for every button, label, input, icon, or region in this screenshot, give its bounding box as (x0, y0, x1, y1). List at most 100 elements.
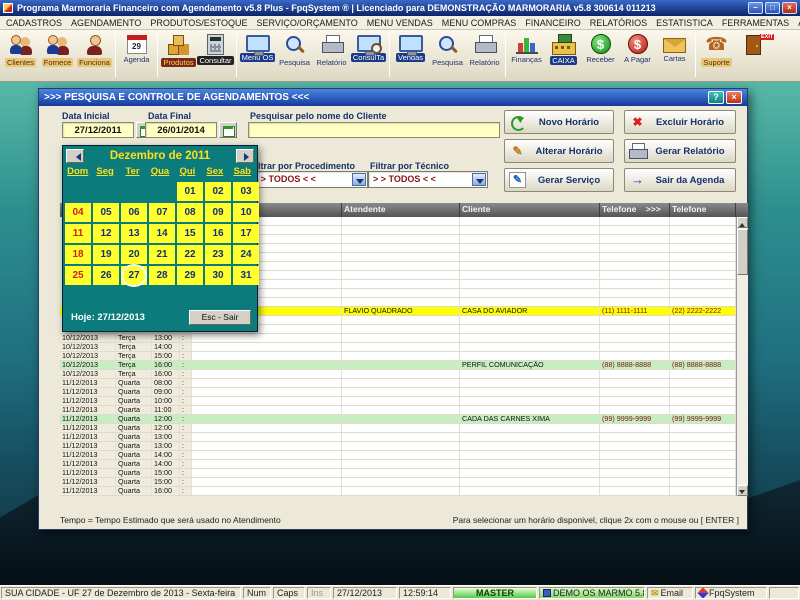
toolbar-button-fornece[interactable]: Fornece (39, 31, 76, 80)
calendar-day-14[interactable]: 14 (149, 224, 175, 243)
data-final-input[interactable] (145, 122, 217, 138)
toolbar-button-pesquisa[interactable]: Pesquisa (429, 31, 466, 80)
table-row[interactable]: 10/12/2013Terça13:00: (60, 334, 748, 343)
excluir-hora-rio-button[interactable]: ✖Excluir Horário (624, 110, 736, 134)
calendar-day-31[interactable]: 31 (233, 266, 259, 285)
table-row[interactable]: 11/12/2013Quarta16:00: (60, 487, 748, 496)
table-row[interactable]: 11/12/2013Quarta14:00: (60, 451, 748, 460)
calendar-day-28[interactable]: 28 (149, 266, 175, 285)
menu-item-produtos-estoque[interactable]: PRODUTOS/ESTOQUE (150, 18, 247, 28)
scroll-up-icon[interactable] (737, 217, 748, 228)
calendar-day-06[interactable]: 06 (121, 203, 147, 222)
toolbar-button-funciona[interactable]: Funciona (76, 31, 113, 80)
gerar-servic-o-button[interactable]: ✎Gerar Serviço (504, 168, 614, 192)
calendar-day-13[interactable]: 13 (121, 224, 147, 243)
gerar-relato-rio-button[interactable]: Gerar Relatório (624, 139, 736, 163)
toolbar-button-produtos[interactable]: Produtos (160, 31, 197, 80)
toolbar-button-exit[interactable]: EXIT (735, 31, 772, 80)
scroll-down-icon[interactable] (737, 485, 748, 496)
table-scrollbar[interactable] (736, 217, 748, 496)
table-row[interactable]: 10/12/2013Terça16:00: (60, 370, 748, 379)
menu-item-financeiro[interactable]: FINANCEIRO (525, 18, 581, 28)
calendar-day-04[interactable]: 04 (65, 203, 91, 222)
calendar-day-29[interactable]: 29 (177, 266, 203, 285)
help-button[interactable]: ? (708, 91, 724, 104)
calendar-day-02[interactable]: 02 (205, 182, 231, 201)
calendar-day-09[interactable]: 09 (205, 203, 231, 222)
menu-item-relato-rios[interactable]: RELATÓRIOS (590, 18, 647, 28)
filter-procedimento-select[interactable]: > > TODOS < < (248, 171, 368, 188)
toolbar-button-financ-as[interactable]: Finanças (508, 31, 545, 80)
calendar-day-15[interactable]: 15 (177, 224, 203, 243)
calendar-day-12[interactable]: 12 (93, 224, 119, 243)
table-row[interactable]: 10/12/2013Terça14:00: (60, 343, 748, 352)
table-row[interactable]: 11/12/2013Quarta12:00: (60, 424, 748, 433)
minimize-button[interactable]: – (748, 2, 763, 14)
data-final-calendar-button[interactable] (219, 122, 237, 138)
window-titlebar[interactable]: >>> PESQUISA E CONTROLE DE AGENDAMENTOS … (39, 89, 747, 106)
table-row[interactable]: 11/12/2013Quarta11:00: (60, 406, 748, 415)
calendar-day-03[interactable]: 03 (233, 182, 259, 201)
toolbar-button-agenda[interactable]: 29Agenda (118, 31, 155, 80)
toolbar-button-relato-rio[interactable]: Relatório (466, 31, 503, 80)
table-row[interactable]: 11/12/2013Quarta12:00:CADA DAS CARNES XI… (60, 415, 748, 424)
table-row[interactable]: 11/12/2013Quarta14:00: (60, 460, 748, 469)
calendar-day-05[interactable]: 05 (93, 203, 119, 222)
toolbar-button-clientes[interactable]: Clientes (2, 31, 39, 80)
menu-item-servic-o-orc-amento[interactable]: SERVIÇO/ORÇAMENTO (257, 18, 358, 28)
calendar-day-17[interactable]: 17 (233, 224, 259, 243)
calendar-day-16[interactable]: 16 (205, 224, 231, 243)
calendar-day-20[interactable]: 20 (121, 245, 147, 264)
calendar-day-22[interactable]: 22 (177, 245, 203, 264)
calendar-esc-button[interactable]: Esc - Sair (189, 310, 251, 325)
calendar-day-30[interactable]: 30 (205, 266, 231, 285)
toolbar-button-consulta[interactable]: ConsulTa (350, 31, 387, 80)
column-header[interactable]: Telefone (670, 203, 736, 217)
calendar-day-10[interactable]: 10 (233, 203, 259, 222)
calendar-day-19[interactable]: 19 (93, 245, 119, 264)
alterar-hora-rio-button[interactable]: ✎Alterar Horário (504, 139, 614, 163)
table-row[interactable]: 11/12/2013Quarta13:00: (60, 433, 748, 442)
toolbar-button-a-pagar[interactable]: $A Pagar (619, 31, 656, 80)
table-row[interactable]: 11/12/2013Quarta10:00: (60, 397, 748, 406)
calendar-day-07[interactable]: 07 (149, 203, 175, 222)
close-button[interactable]: × (782, 2, 797, 14)
toolbar-button-vendas[interactable]: Vendas (392, 31, 429, 80)
calendar-next-button[interactable] (236, 149, 254, 163)
column-header[interactable]: Cliente (460, 203, 600, 217)
calendar-day-18[interactable]: 18 (65, 245, 91, 264)
sair-da-agenda-button[interactable]: →Sair da Agenda (624, 168, 736, 192)
calendar-day-26[interactable]: 26 (93, 266, 119, 285)
search-input[interactable] (248, 122, 500, 138)
table-row[interactable]: 10/12/2013Terça16:00:PERFIL COMUNICAÇÃO(… (60, 361, 748, 370)
calendar-day-25[interactable]: 25 (65, 266, 91, 285)
toolbar-button-suporte[interactable]: ☎Suporte (698, 31, 735, 80)
column-header[interactable]: Telefone >>> (600, 203, 670, 217)
table-row[interactable]: 10/12/2013Terça15:00: (60, 352, 748, 361)
table-row[interactable]: 11/12/2013Quarta09:00: (60, 388, 748, 397)
menu-item-cadastros[interactable]: CADASTROS (6, 18, 62, 28)
maximize-button[interactable]: □ (765, 2, 780, 14)
novo-hora-rio-button[interactable]: Novo Horário (504, 110, 614, 134)
menu-item-menu-compras[interactable]: MENU COMPRAS (442, 18, 517, 28)
calendar-day-27[interactable]: 27 (121, 266, 147, 285)
calendar-day-23[interactable]: 23 (205, 245, 231, 264)
menu-item-ferramentas[interactable]: FERRAMENTAS (722, 18, 789, 28)
table-row[interactable]: 11/12/2013Quarta15:00: (60, 469, 748, 478)
toolbar-button-cartas[interactable]: Cartas (656, 31, 693, 80)
menu-item-estatistica[interactable]: ESTATISTICA (656, 18, 713, 28)
toolbar-button-pesquisa[interactable]: Pesquisa (276, 31, 313, 80)
filter-tecnico-select[interactable]: > > TODOS < < (368, 171, 488, 188)
menu-item-agendamento[interactable]: AGENDAMENTO (71, 18, 141, 28)
data-inicial-input[interactable] (62, 122, 134, 138)
calendar-day-08[interactable]: 08 (177, 203, 203, 222)
toolbar-button-consultar[interactable]: Consultar (197, 31, 234, 80)
table-row[interactable]: 11/12/2013Quarta08:00: (60, 379, 748, 388)
column-header[interactable]: Atendente (342, 203, 460, 217)
toolbar-button-menu-os[interactable]: Menu OS (239, 31, 276, 80)
toolbar-button-relato-rio[interactable]: Relatório (313, 31, 350, 80)
chevron-down-icon[interactable] (352, 173, 366, 186)
calendar-day-01[interactable]: 01 (177, 182, 203, 201)
chevron-down-icon[interactable] (472, 173, 486, 186)
window-close-button[interactable]: × (726, 91, 742, 104)
